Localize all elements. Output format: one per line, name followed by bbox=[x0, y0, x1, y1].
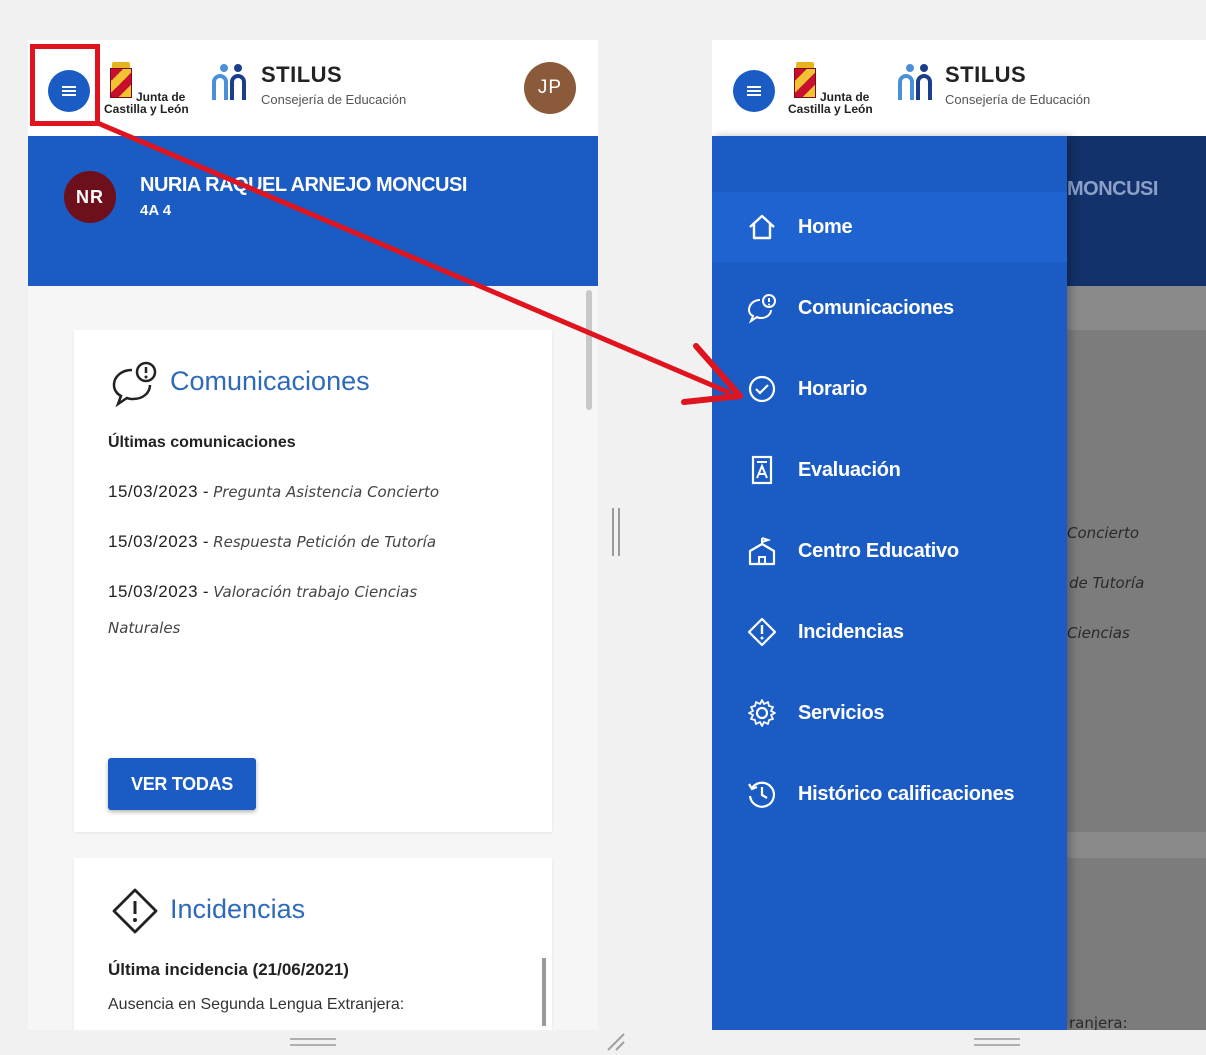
hamburger-menu-button[interactable] bbox=[733, 70, 775, 112]
nav-item-home[interactable]: Home bbox=[712, 192, 1067, 262]
screenshot-canvas: Junta de Castilla y León STILUS Consejer… bbox=[0, 0, 1206, 1055]
grade-document-icon bbox=[751, 455, 773, 485]
app-name: STILUS bbox=[261, 62, 343, 87]
resize-grip-icon[interactable] bbox=[604, 1030, 626, 1052]
warning-diamond-icon bbox=[112, 888, 158, 934]
incidencia-clipped: ranjera: bbox=[1069, 1014, 1128, 1030]
ver-todas-button[interactable]: VER TODAS bbox=[108, 758, 256, 810]
incidencias-card-dimmed: ranjera: bbox=[1067, 858, 1206, 1030]
app-subtitle: Consejería de Educación bbox=[261, 92, 407, 107]
junta-region-label: Castilla y León bbox=[788, 102, 873, 116]
message-date: 15/03/2023 bbox=[108, 482, 199, 501]
split-divider-handle[interactable] bbox=[610, 508, 622, 556]
message-separator: - bbox=[198, 532, 214, 551]
nav-item-comunicaciones[interactable]: Comunicaciones bbox=[712, 273, 1067, 343]
nav-item-label: Incidencias bbox=[798, 620, 904, 643]
student-banner: NR NURIA RAQUEL ARNEJO MONCUSI 4A 4 bbox=[28, 136, 598, 286]
nav-item-servicios[interactable]: Servicios bbox=[712, 678, 1067, 748]
ultima-incidencia-label: Última incidencia (21/06/2021) bbox=[108, 960, 349, 979]
message-clipped: Ciencias bbox=[1067, 624, 1130, 642]
message-date: 15/03/2023 bbox=[108, 532, 199, 551]
menu-icon bbox=[747, 86, 761, 96]
message-date: 15/03/2023 bbox=[108, 582, 199, 601]
right-drag-handle[interactable] bbox=[974, 1038, 1020, 1046]
student-class: 4A 4 bbox=[140, 202, 172, 219]
nav-item-historico-calificaciones[interactable]: Histórico calificaciones bbox=[712, 759, 1067, 829]
message-subject: Respuesta Petición de Tutoría bbox=[213, 533, 437, 551]
warning-diamond-icon bbox=[747, 617, 777, 647]
comunicaciones-title: Comunicaciones bbox=[170, 366, 370, 396]
chat-alert-icon bbox=[747, 294, 776, 324]
home-icon bbox=[749, 214, 775, 240]
gear-icon bbox=[748, 699, 776, 727]
clock-check-icon bbox=[748, 375, 776, 403]
nav-item-evaluacion[interactable]: Evaluación bbox=[712, 435, 1067, 505]
user-avatar[interactable]: JP bbox=[524, 62, 576, 114]
student-avatar: NR bbox=[64, 171, 116, 223]
nav-item-label: Horario bbox=[798, 377, 868, 400]
message-separator: - bbox=[198, 582, 214, 601]
message-separator: - bbox=[198, 482, 214, 501]
left-drag-handle[interactable] bbox=[290, 1038, 336, 1046]
annotation-highlight-box bbox=[30, 44, 100, 126]
message-clipped: de Tutoría bbox=[1069, 574, 1145, 592]
message-subject: Pregunta Asistencia Concierto bbox=[213, 483, 440, 501]
app-name: STILUS bbox=[945, 62, 1027, 87]
junta-logo: Junta de Castilla y León bbox=[788, 62, 888, 120]
student-name: NURIA RAQUEL ARNEJO MONCUSI bbox=[140, 174, 467, 196]
school-icon bbox=[748, 537, 776, 566]
nav-item-label: Centro Educativo bbox=[798, 539, 959, 562]
junta-region-label: Castilla y León bbox=[104, 102, 189, 116]
message-item[interactable]: 15/03/2023 - Valoración trabajo Ciencias… bbox=[108, 574, 478, 646]
student-name-clipped: MONCUSI bbox=[1067, 178, 1158, 200]
incidencia-text: Ausencia en Segunda Lengua Extranjera: bbox=[108, 996, 405, 1013]
scrollbar[interactable] bbox=[586, 290, 592, 410]
nav-item-horario[interactable]: Horario bbox=[712, 354, 1067, 424]
stilus-logo-icon bbox=[208, 60, 252, 104]
junta-logo: Junta de Castilla y León bbox=[104, 62, 204, 120]
message-item[interactable]: 15/03/2023 - Pregunta Asistencia Concier… bbox=[108, 474, 508, 510]
chat-alert-icon bbox=[112, 361, 157, 408]
message-item[interactable]: 15/03/2023 - Respuesta Petición de Tutor… bbox=[108, 524, 508, 560]
comunicaciones-card: Comunicaciones Últimas comunicaciones 15… bbox=[74, 330, 552, 832]
card-scrollbar[interactable] bbox=[542, 958, 546, 1026]
ultimas-comunicaciones-label: Últimas comunicaciones bbox=[108, 434, 296, 451]
message-clipped: Concierto bbox=[1067, 524, 1140, 542]
nav-item-centro-educativo[interactable]: Centro Educativo bbox=[712, 516, 1067, 586]
comunicaciones-card-dimmed: Concierto de Tutoría Ciencias bbox=[1067, 330, 1206, 832]
nav-item-label: Evaluación bbox=[798, 458, 901, 481]
app-header: Junta de Castilla y León STILUS Consejer… bbox=[712, 40, 1206, 136]
nav-item-label: Histórico calificaciones bbox=[798, 782, 1015, 805]
shield-icon bbox=[110, 68, 132, 98]
right-app-view: Junta de Castilla y León STILUS Consejer… bbox=[712, 40, 1206, 1030]
shield-icon bbox=[794, 68, 816, 98]
nav-item-label: Comunicaciones bbox=[798, 296, 954, 319]
navigation-drawer: Home Comunicaciones Horario Evaluación C… bbox=[712, 136, 1067, 1030]
incidencias-title: Incidencias bbox=[170, 894, 306, 924]
history-icon bbox=[748, 781, 776, 808]
nav-item-incidencias[interactable]: Incidencias bbox=[712, 597, 1067, 667]
nav-item-label: Home bbox=[798, 215, 853, 238]
nav-item-label: Servicios bbox=[798, 701, 885, 724]
left-app-view: Junta de Castilla y León STILUS Consejer… bbox=[28, 40, 598, 1030]
stilus-logo-icon bbox=[894, 60, 938, 104]
app-header: Junta de Castilla y León STILUS Consejer… bbox=[28, 40, 598, 136]
incidencias-card: Incidencias Última incidencia (21/06/202… bbox=[74, 858, 552, 1030]
app-subtitle: Consejería de Educación bbox=[945, 92, 1091, 107]
